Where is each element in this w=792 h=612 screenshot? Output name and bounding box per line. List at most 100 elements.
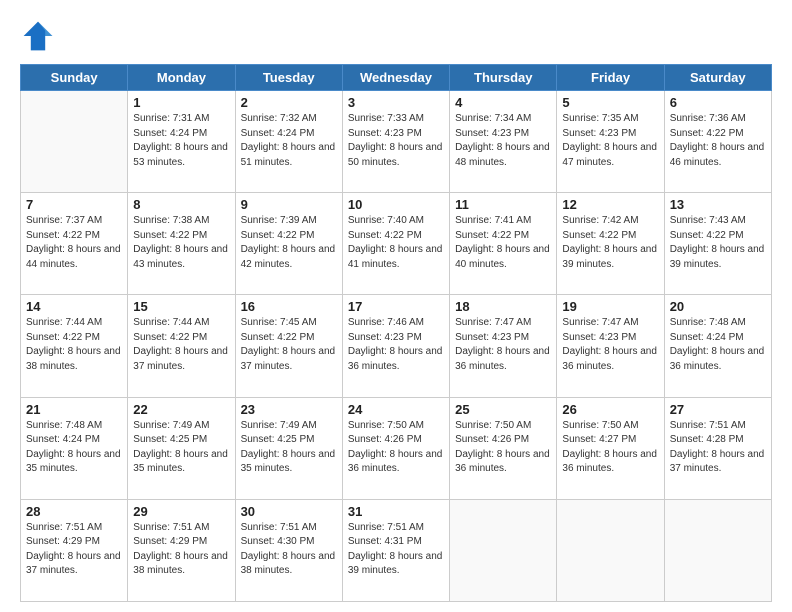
calendar-cell: 3Sunrise: 7:33 AMSunset: 4:23 PMDaylight… [342,91,449,193]
calendar-cell: 8 Sunrise: 7:38 AMSunset: 4:22 PMDaylight… [128,193,235,295]
calendar-cell: 22 Sunrise: 7:49 AMSunset: 4:25 PMDayligh… [128,397,235,499]
day-info: Sunrise: 7:50 AMSunset: 4:26 PMDaylight:… [455,419,551,477]
day-number: 8 [133,197,229,212]
calendar-body: 1 Sunrise: 7:31 AMSunset: 4:24 PMDaylight… [21,91,772,602]
day-number: 18 [455,299,551,314]
day-number: 13 [670,197,766,212]
day-header-sunday: Sunday [21,65,128,91]
day-number: 25 [455,402,551,417]
calendar-cell: 16Sunrise: 7:45 AMSunset: 4:22 PMDayligh… [235,295,342,397]
day-header-tuesday: Tuesday [235,65,342,91]
day-info: Sunrise: 7:34 AMSunset: 4:23 PMDaylight:… [455,112,551,170]
logo-icon [20,18,56,54]
day-info: Sunrise: 7:50 AMSunset: 4:27 PMDaylight:… [562,419,658,477]
day-info: Sunrise: 7:49 AMSunset: 4:25 PMDaylight:… [241,419,337,477]
day-number: 1 [133,95,229,110]
calendar-cell: 29 Sunrise: 7:51 AMSunset: 4:29 PMDayligh… [128,499,235,601]
week-row-2: 14 Sunrise: 7:44 AMSunset: 4:22 PMDayligh… [21,295,772,397]
day-number: 28 [26,504,122,519]
day-info: Sunrise: 7:50 AMSunset: 4:26 PMDaylight:… [348,419,444,477]
calendar-cell: 23 Sunrise: 7:49 AMSunset: 4:25 PMDayligh… [235,397,342,499]
day-number: 27 [670,402,766,417]
calendar-cell: 25 Sunrise: 7:50 AMSunset: 4:26 PMDayligh… [450,397,557,499]
day-info: Sunrise: 7:31 AMSunset: 4:24 PMDaylight:… [133,112,229,170]
day-info: Sunrise: 7:46 AMSunset: 4:23 PMDaylight:… [348,316,444,374]
day-info: Sunrise: 7:47 AMSunset: 4:23 PMDaylight:… [562,316,658,374]
day-number: 10 [348,197,444,212]
calendar-cell [21,91,128,193]
calendar-cell: 18Sunrise: 7:47 AMSunset: 4:23 PMDayligh… [450,295,557,397]
calendar-cell: 30Sunrise: 7:51 AMSunset: 4:30 PMDayligh… [235,499,342,601]
calendar-cell: 14Sunrise: 7:44 AMSunset: 4:22 PMDayligh… [21,295,128,397]
day-info: Sunrise: 7:35 AMSunset: 4:23 PMDaylight:… [562,112,658,170]
day-number: 9 [241,197,337,212]
day-info: Sunrise: 7:37 AMSunset: 4:22 PMDaylight:… [26,214,122,272]
day-info: Sunrise: 7:40 AMSunset: 4:22 PMDaylight:… [348,214,444,272]
day-info: Sunrise: 7:51 AMSunset: 4:31 PMDaylight:… [348,521,444,579]
calendar-cell: 1 Sunrise: 7:31 AMSunset: 4:24 PMDaylight… [128,91,235,193]
day-number: 19 [562,299,658,314]
day-number: 11 [455,197,551,212]
day-number: 23 [241,402,337,417]
calendar-cell: 19 Sunrise: 7:47 AMSunset: 4:23 PMDayligh… [557,295,664,397]
day-info: Sunrise: 7:39 AMSunset: 4:22 PMDaylight:… [241,214,337,272]
calendar-cell: 24 Sunrise: 7:50 AMSunset: 4:26 PMDayligh… [342,397,449,499]
header [20,18,772,54]
day-number: 21 [26,402,122,417]
day-info: Sunrise: 7:48 AMSunset: 4:24 PMDaylight:… [670,316,766,374]
calendar-cell: 26Sunrise: 7:50 AMSunset: 4:27 PMDayligh… [557,397,664,499]
week-row-1: 7 Sunrise: 7:37 AMSunset: 4:22 PMDaylight… [21,193,772,295]
calendar-cell: 31 Sunrise: 7:51 AMSunset: 4:31 PMDayligh… [342,499,449,601]
calendar-cell: 28 Sunrise: 7:51 AMSunset: 4:29 PMDayligh… [21,499,128,601]
calendar-cell: 27 Sunrise: 7:51 AMSunset: 4:28 PMDayligh… [664,397,771,499]
calendar-cell: 21Sunrise: 7:48 AMSunset: 4:24 PMDayligh… [21,397,128,499]
day-header-monday: Monday [128,65,235,91]
day-info: Sunrise: 7:51 AMSunset: 4:28 PMDaylight:… [670,419,766,477]
day-info: Sunrise: 7:33 AMSunset: 4:23 PMDaylight:… [348,112,444,170]
calendar-cell [664,499,771,601]
calendar-cell [557,499,664,601]
day-info: Sunrise: 7:42 AMSunset: 4:22 PMDaylight:… [562,214,658,272]
day-header-saturday: Saturday [664,65,771,91]
calendar-cell: 13 Sunrise: 7:43 AMSunset: 4:22 PMDayligh… [664,193,771,295]
calendar-cell: 6Sunrise: 7:36 AMSunset: 4:22 PMDaylight… [664,91,771,193]
day-number: 5 [562,95,658,110]
calendar-cell: 11Sunrise: 7:41 AMSunset: 4:22 PMDayligh… [450,193,557,295]
day-number: 30 [241,504,337,519]
week-row-0: 1 Sunrise: 7:31 AMSunset: 4:24 PMDaylight… [21,91,772,193]
day-number: 6 [670,95,766,110]
calendar-cell: 10 Sunrise: 7:40 AMSunset: 4:22 PMDayligh… [342,193,449,295]
day-number: 22 [133,402,229,417]
day-number: 17 [348,299,444,314]
day-number: 2 [241,95,337,110]
logo [20,18,60,54]
day-number: 31 [348,504,444,519]
day-info: Sunrise: 7:43 AMSunset: 4:22 PMDaylight:… [670,214,766,272]
calendar-cell: 17 Sunrise: 7:46 AMSunset: 4:23 PMDayligh… [342,295,449,397]
day-info: Sunrise: 7:49 AMSunset: 4:25 PMDaylight:… [133,419,229,477]
calendar-cell: 7 Sunrise: 7:37 AMSunset: 4:22 PMDaylight… [21,193,128,295]
day-header-thursday: Thursday [450,65,557,91]
day-number: 4 [455,95,551,110]
calendar-cell: 9 Sunrise: 7:39 AMSunset: 4:22 PMDaylight… [235,193,342,295]
day-number: 15 [133,299,229,314]
day-info: Sunrise: 7:38 AMSunset: 4:22 PMDaylight:… [133,214,229,272]
calendar-cell: 4 Sunrise: 7:34 AMSunset: 4:23 PMDaylight… [450,91,557,193]
day-number: 14 [26,299,122,314]
calendar-table: SundayMondayTuesdayWednesdayThursdayFrid… [20,64,772,602]
day-info: Sunrise: 7:44 AMSunset: 4:22 PMDaylight:… [133,316,229,374]
calendar-cell [450,499,557,601]
week-row-3: 21Sunrise: 7:48 AMSunset: 4:24 PMDayligh… [21,397,772,499]
day-header-wednesday: Wednesday [342,65,449,91]
week-row-4: 28 Sunrise: 7:51 AMSunset: 4:29 PMDayligh… [21,499,772,601]
day-number: 20 [670,299,766,314]
day-number: 29 [133,504,229,519]
day-info: Sunrise: 7:51 AMSunset: 4:29 PMDaylight:… [133,521,229,579]
day-info: Sunrise: 7:51 AMSunset: 4:29 PMDaylight:… [26,521,122,579]
calendar-cell: 15 Sunrise: 7:44 AMSunset: 4:22 PMDayligh… [128,295,235,397]
day-number: 12 [562,197,658,212]
calendar-cell: 20 Sunrise: 7:48 AMSunset: 4:24 PMDayligh… [664,295,771,397]
day-number: 24 [348,402,444,417]
calendar-cell: 2Sunrise: 7:32 AMSunset: 4:24 PMDaylight… [235,91,342,193]
day-number: 7 [26,197,122,212]
